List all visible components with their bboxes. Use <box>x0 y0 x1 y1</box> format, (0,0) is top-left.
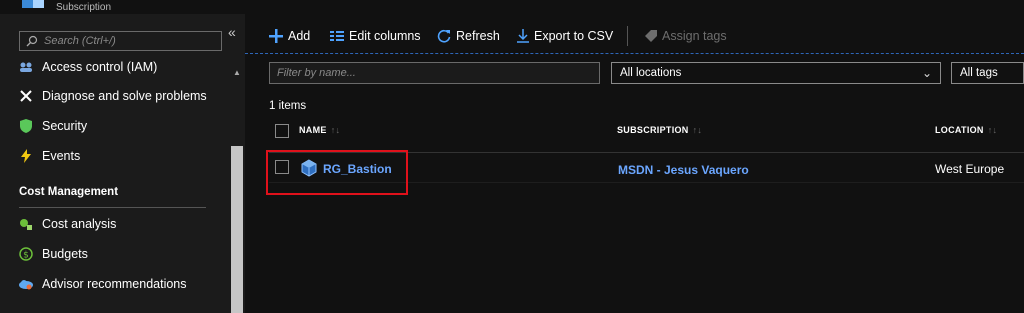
filter-by-name-input[interactable] <box>269 62 600 84</box>
add-label: Add <box>288 29 311 43</box>
tag-icon <box>645 30 657 42</box>
column-header-location[interactable]: LOCATION ↑↓ <box>935 125 997 135</box>
sidebar-item-label: Budgets <box>42 247 88 261</box>
sidebar-item-diagnose[interactable]: Diagnose and solve problems <box>18 86 207 106</box>
sidebar-item-events[interactable]: Events <box>18 146 80 166</box>
edit-columns-label: Edit columns <box>349 29 421 43</box>
budget-icon: $ <box>18 246 34 262</box>
sidebar-item-advisor[interactable]: Advisor recommendations <box>18 274 187 294</box>
main-content: Add Edit columns Refresh Export to CSV A… <box>245 14 1024 313</box>
refresh-label: Refresh <box>456 29 500 43</box>
sidebar-item-security[interactable]: Security <box>18 116 87 136</box>
app-header: Subscription <box>0 0 1024 14</box>
people-icon <box>18 59 34 75</box>
sidebar-item-label: Access control (IAM) <box>42 60 158 74</box>
column-header-location-label: LOCATION <box>935 125 984 135</box>
search-icon <box>26 35 38 47</box>
toolbar: Add Edit columns Refresh Export to CSV A… <box>245 14 1024 54</box>
tags-dropdown[interactable]: All tags <box>951 62 1024 84</box>
sidebar-search[interactable] <box>19 31 222 51</box>
sidebar-item-cost-analysis[interactable]: Cost analysis <box>18 214 116 234</box>
sort-icon: ↑↓ <box>330 125 341 135</box>
sidebar-item-access-control[interactable]: Access control (IAM) <box>18 57 157 77</box>
select-all-checkbox[interactable] <box>275 124 289 138</box>
advisor-cloud-icon <box>18 276 34 292</box>
column-header-subscription[interactable]: SUBSCRIPTION ↑↓ <box>617 125 702 135</box>
chevron-down-icon: ⌄ <box>921 66 932 80</box>
item-count: 1 items <box>269 100 307 112</box>
refresh-icon <box>437 29 451 43</box>
sidebar: « ▲ Access control (IAM) Diagnose and so… <box>0 14 245 313</box>
refresh-button[interactable]: Refresh <box>437 27 500 45</box>
columns-icon <box>330 30 344 42</box>
sort-icon: ↑↓ <box>692 125 703 135</box>
plus-icon <box>269 29 283 43</box>
assign-tags-button[interactable]: Assign tags <box>645 27 727 45</box>
column-header-name[interactable]: NAME ↑↓ <box>299 125 340 135</box>
locations-value: All locations <box>620 67 682 79</box>
edit-columns-button[interactable]: Edit columns <box>330 27 421 45</box>
cost-analysis-icon <box>18 216 34 232</box>
toolbar-separator <box>627 26 628 46</box>
highlight-box <box>266 150 408 195</box>
svg-text:$: $ <box>23 251 29 261</box>
location-value: West Europe <box>935 162 1005 176</box>
sidebar-item-label: Cost analysis <box>42 217 117 231</box>
sidebar-item-label: Diagnose and solve problems <box>42 89 207 103</box>
export-csv-button[interactable]: Export to CSV <box>517 27 613 45</box>
section-divider <box>19 207 206 208</box>
add-button[interactable]: Add <box>269 27 310 45</box>
sidebar-item-label: Security <box>42 119 88 133</box>
sidebar-scrollbar[interactable]: ▲ <box>230 64 244 313</box>
search-input[interactable] <box>44 33 219 49</box>
page-subtitle: Subscription <box>56 2 112 13</box>
assign-tags-label: Assign tags <box>662 29 727 43</box>
scrollbar-thumb[interactable] <box>231 146 243 313</box>
tags-value: All tags <box>960 67 998 79</box>
collapse-sidebar-button[interactable]: « <box>228 24 236 40</box>
export-csv-label: Export to CSV <box>534 29 614 43</box>
download-icon <box>517 29 529 43</box>
tools-icon <box>18 88 34 104</box>
scroll-up-icon[interactable]: ▲ <box>233 68 241 77</box>
sort-icon: ↑↓ <box>987 125 998 135</box>
sidebar-item-budgets[interactable]: $ Budgets <box>18 244 88 264</box>
subscription-link[interactable]: MSDN - Jesus Vaquero <box>618 163 749 177</box>
locations-dropdown[interactable]: All locations ⌄ <box>611 62 941 84</box>
lightning-icon <box>18 148 34 164</box>
shield-icon <box>18 118 34 134</box>
sidebar-item-label: Events <box>42 149 81 163</box>
section-title-cost-management: Cost Management <box>19 186 119 198</box>
column-header-subscription-label: SUBSCRIPTION <box>617 125 689 135</box>
subscription-icon <box>22 0 44 8</box>
sidebar-item-label: Advisor recommendations <box>42 277 187 291</box>
column-header-name-label: NAME <box>299 125 327 135</box>
